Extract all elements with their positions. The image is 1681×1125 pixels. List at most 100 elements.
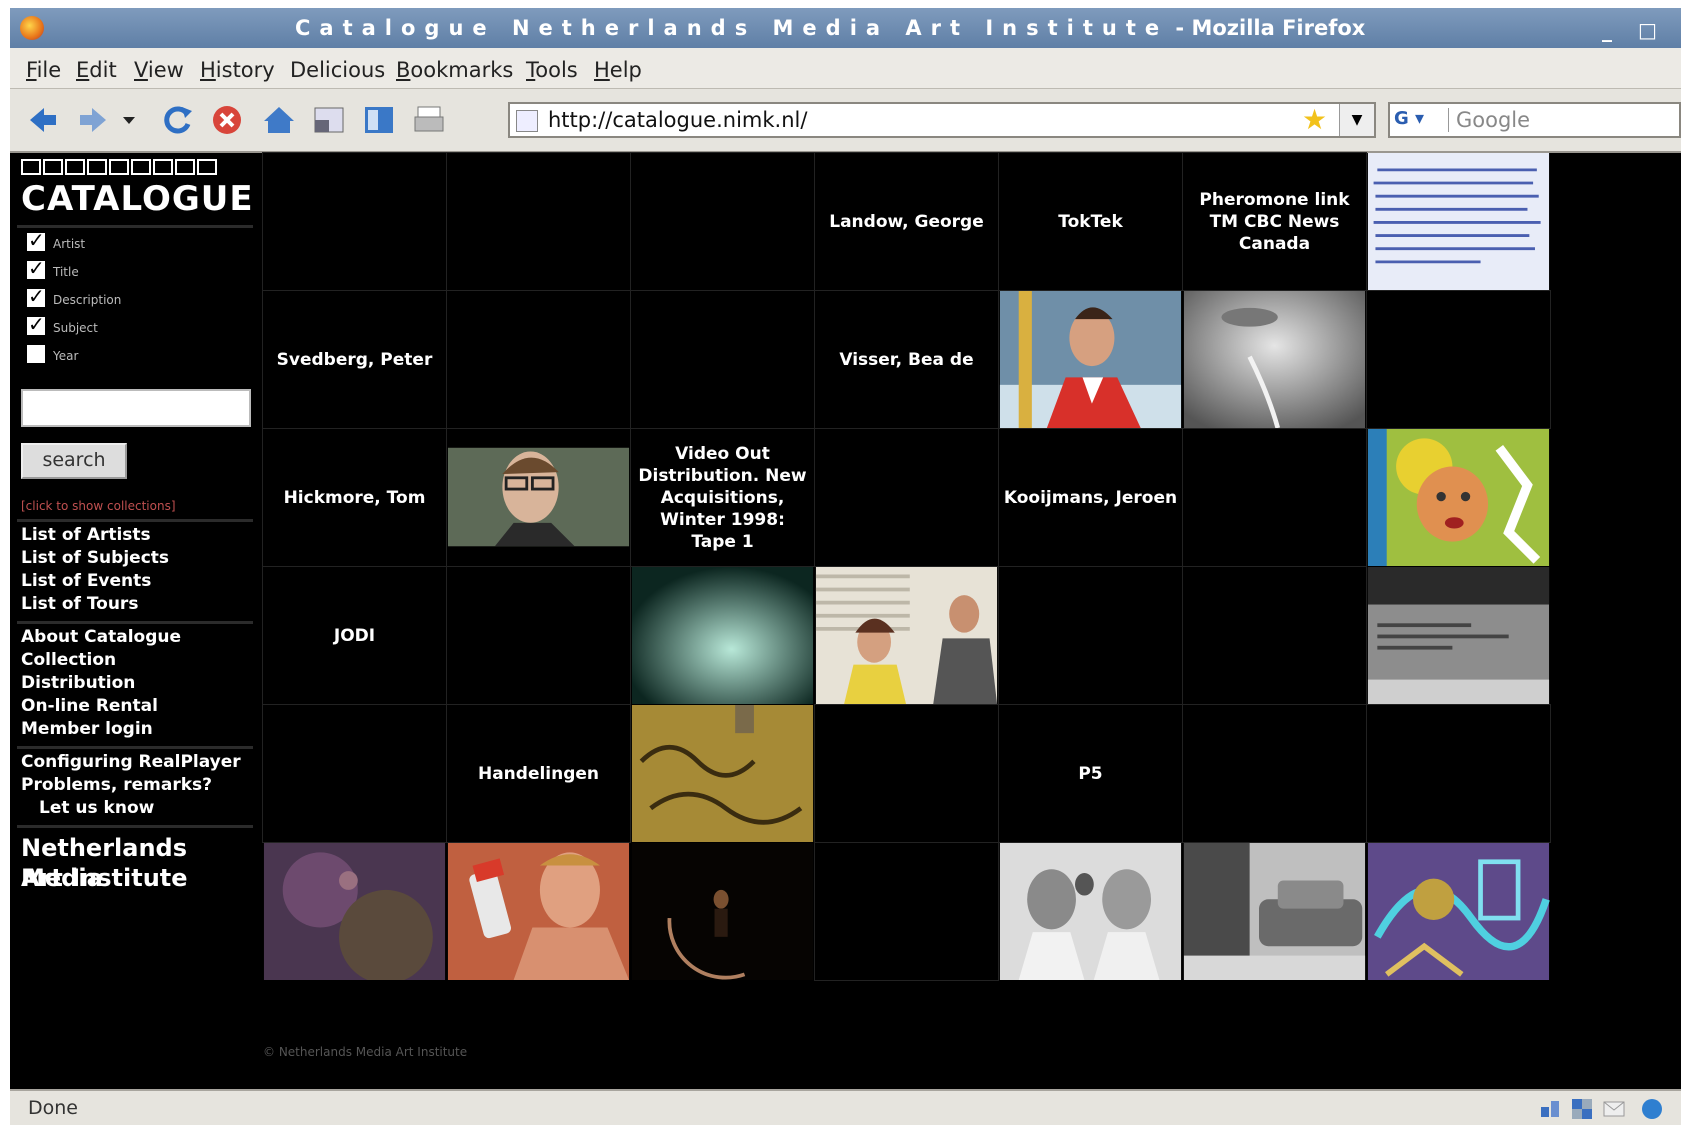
menu-history[interactable]: History (200, 58, 275, 82)
empty-grid-cell (1366, 290, 1551, 429)
link-collection[interactable]: Collection (21, 650, 116, 670)
menu-bar: File Edit View History Delicious Bookmar… (10, 48, 1681, 89)
filter-title-checkbox[interactable] (27, 256, 45, 280)
link-list-of-tours[interactable]: List of Tours (21, 594, 138, 614)
menu-bookmarks[interactable]: Bookmarks (396, 58, 513, 82)
thumb-green-night[interactable] (631, 567, 814, 704)
grid-item-handelingen[interactable]: Handelingen (446, 704, 631, 843)
filter-description-checkbox[interactable] (27, 284, 45, 308)
search-engine-icon: G (1394, 108, 1409, 129)
filter-year-label: Year (53, 349, 79, 363)
link-distribution[interactable]: Distribution (21, 673, 135, 693)
url-bar[interactable]: http://catalogue.nimk.nl/ ★ ▼ (508, 102, 1376, 138)
filter-year-checkbox[interactable] (27, 345, 45, 363)
link-list-of-events[interactable]: List of Events (21, 571, 151, 591)
grid-item-svedberg-peter[interactable]: Svedberg, Peter (262, 290, 447, 429)
mail-icon[interactable] (1602, 1097, 1626, 1121)
catalogue-logo[interactable]: CATALOGUE (21, 179, 254, 219)
show-collections-link[interactable]: [click to show collections] (21, 499, 176, 513)
link-member-login[interactable]: Member login (21, 719, 153, 739)
empty-grid-cell (262, 152, 447, 291)
menu-help[interactable]: Help (594, 58, 642, 82)
home-icon[interactable] (262, 103, 296, 137)
sidebar: CATALOGUE Artist Title Description Subje… (17, 153, 253, 893)
menu-tools[interactable]: Tools (526, 58, 578, 82)
menu-edit[interactable]: Edit (76, 58, 117, 82)
grid-item-visser-bea-de[interactable]: Visser, Bea de (814, 290, 999, 429)
url-text[interactable]: http://catalogue.nimk.nl/ (548, 108, 807, 132)
thumb-skater[interactable] (999, 291, 1182, 428)
navigation-toolbar: http://catalogue.nimk.nl/ ★ ▼ G ▾ Google (10, 89, 1681, 153)
stop-icon[interactable] (210, 103, 244, 137)
extension-icon[interactable] (1640, 1097, 1664, 1121)
thumb-shirtless-man[interactable] (447, 843, 630, 980)
grid-item-hickmore-tom[interactable]: Hickmore, Tom (262, 428, 447, 567)
network-icon[interactable] (1538, 1097, 1562, 1121)
thumb-grey-screen[interactable] (1367, 567, 1550, 704)
grid-item-p5[interactable]: P5 (998, 704, 1183, 843)
thumb-man-glasses[interactable] (447, 429, 630, 566)
status-text: Done (28, 1097, 78, 1119)
thumb-two-heads[interactable] (999, 843, 1182, 980)
url-dropdown-button[interactable]: ▼ (1339, 104, 1374, 136)
grid-item-kooijmans-jeroen[interactable]: Kooijmans, Jeroen (998, 428, 1183, 567)
status-bar: Done (10, 1089, 1681, 1125)
grid-item-jodi[interactable]: JODI (262, 566, 447, 705)
thumb-cartoon[interactable] (1367, 843, 1550, 980)
divider (17, 746, 253, 749)
thumb-street-bw[interactable] (1183, 843, 1366, 980)
empty-grid-cell (630, 290, 815, 429)
thumb-text-scan[interactable] (1367, 153, 1550, 290)
link-about-catalogue[interactable]: About Catalogue (21, 627, 181, 647)
menu-file[interactable]: File (26, 58, 61, 82)
search-button[interactable]: search (21, 443, 127, 479)
reload-icon[interactable] (160, 103, 194, 137)
empty-grid-cell (1182, 566, 1367, 705)
link-list-of-artists[interactable]: List of Artists (21, 525, 151, 545)
window-icon[interactable] (312, 103, 346, 137)
thumb-yellow-graffiti[interactable] (631, 705, 814, 842)
thumb-purple-texture[interactable] (263, 843, 446, 980)
back-icon[interactable] (26, 103, 60, 137)
minimize-button[interactable]: _ (1602, 18, 1612, 42)
empty-grid-cell (1182, 704, 1367, 843)
grid-item-landow-george[interactable]: Landow, George (814, 152, 999, 291)
print-icon[interactable] (412, 103, 446, 137)
grid-item-pheromone-link[interactable]: Pheromone link TM CBC News Canada (1182, 152, 1367, 291)
window-title-main: Catalogue Netherlands Media Art Institut… (295, 16, 1169, 40)
maximize-button[interactable]: □ (1638, 18, 1657, 42)
institute-logo-line2[interactable]: Art Institute (21, 863, 188, 893)
history-dropdown-icon[interactable] (120, 103, 138, 137)
browser-window: Catalogue Netherlands Media Art Institut… (10, 8, 1681, 1125)
sidebar-icon[interactable] (362, 103, 396, 137)
empty-grid-cell (262, 704, 447, 843)
link-list-of-subjects[interactable]: List of Subjects (21, 548, 169, 568)
catalogue-search-input[interactable] (21, 389, 251, 427)
thumb-dark-figure[interactable] (631, 843, 814, 980)
divider (17, 825, 253, 828)
empty-grid-cell (814, 842, 999, 981)
filter-artist-label: Artist (53, 237, 86, 251)
link-online-rental[interactable]: On-line Rental (21, 696, 158, 716)
delicious-icon[interactable] (1570, 1097, 1594, 1121)
link-problems-remarks[interactable]: Problems, remarks? (21, 775, 212, 795)
link-configuring-realplayer[interactable]: Configuring RealPlayer (21, 752, 241, 772)
divider (17, 225, 253, 228)
grid-item-video-out[interactable]: Video Out Distribution. New Acquisitions… (630, 428, 815, 567)
link-let-us-know[interactable]: Let us know (39, 798, 154, 818)
bookmark-star-icon[interactable]: ★ (1302, 104, 1327, 136)
grid-item-toktek[interactable]: TokTek (998, 152, 1183, 291)
filter-artist-checkbox[interactable] (27, 228, 45, 252)
catalogue-grid: Landow, George TokTek Pheromone link TM … (262, 152, 1577, 1041)
filter-subject-checkbox[interactable] (27, 312, 45, 336)
search-engine-button[interactable]: G ▾ (1394, 108, 1449, 132)
menu-view[interactable]: View (134, 58, 184, 82)
forward-icon[interactable] (76, 103, 110, 137)
window-title-suffix: - Mozilla Firefox (1168, 16, 1366, 40)
thumb-couple-window[interactable] (815, 567, 998, 704)
menu-delicious[interactable]: Delicious (290, 58, 385, 82)
empty-grid-cell (998, 566, 1183, 705)
web-search-box[interactable]: G ▾ Google (1388, 102, 1681, 138)
thumb-colorful-face[interactable] (1367, 429, 1550, 566)
thumb-face-closeup[interactable] (1183, 291, 1366, 428)
